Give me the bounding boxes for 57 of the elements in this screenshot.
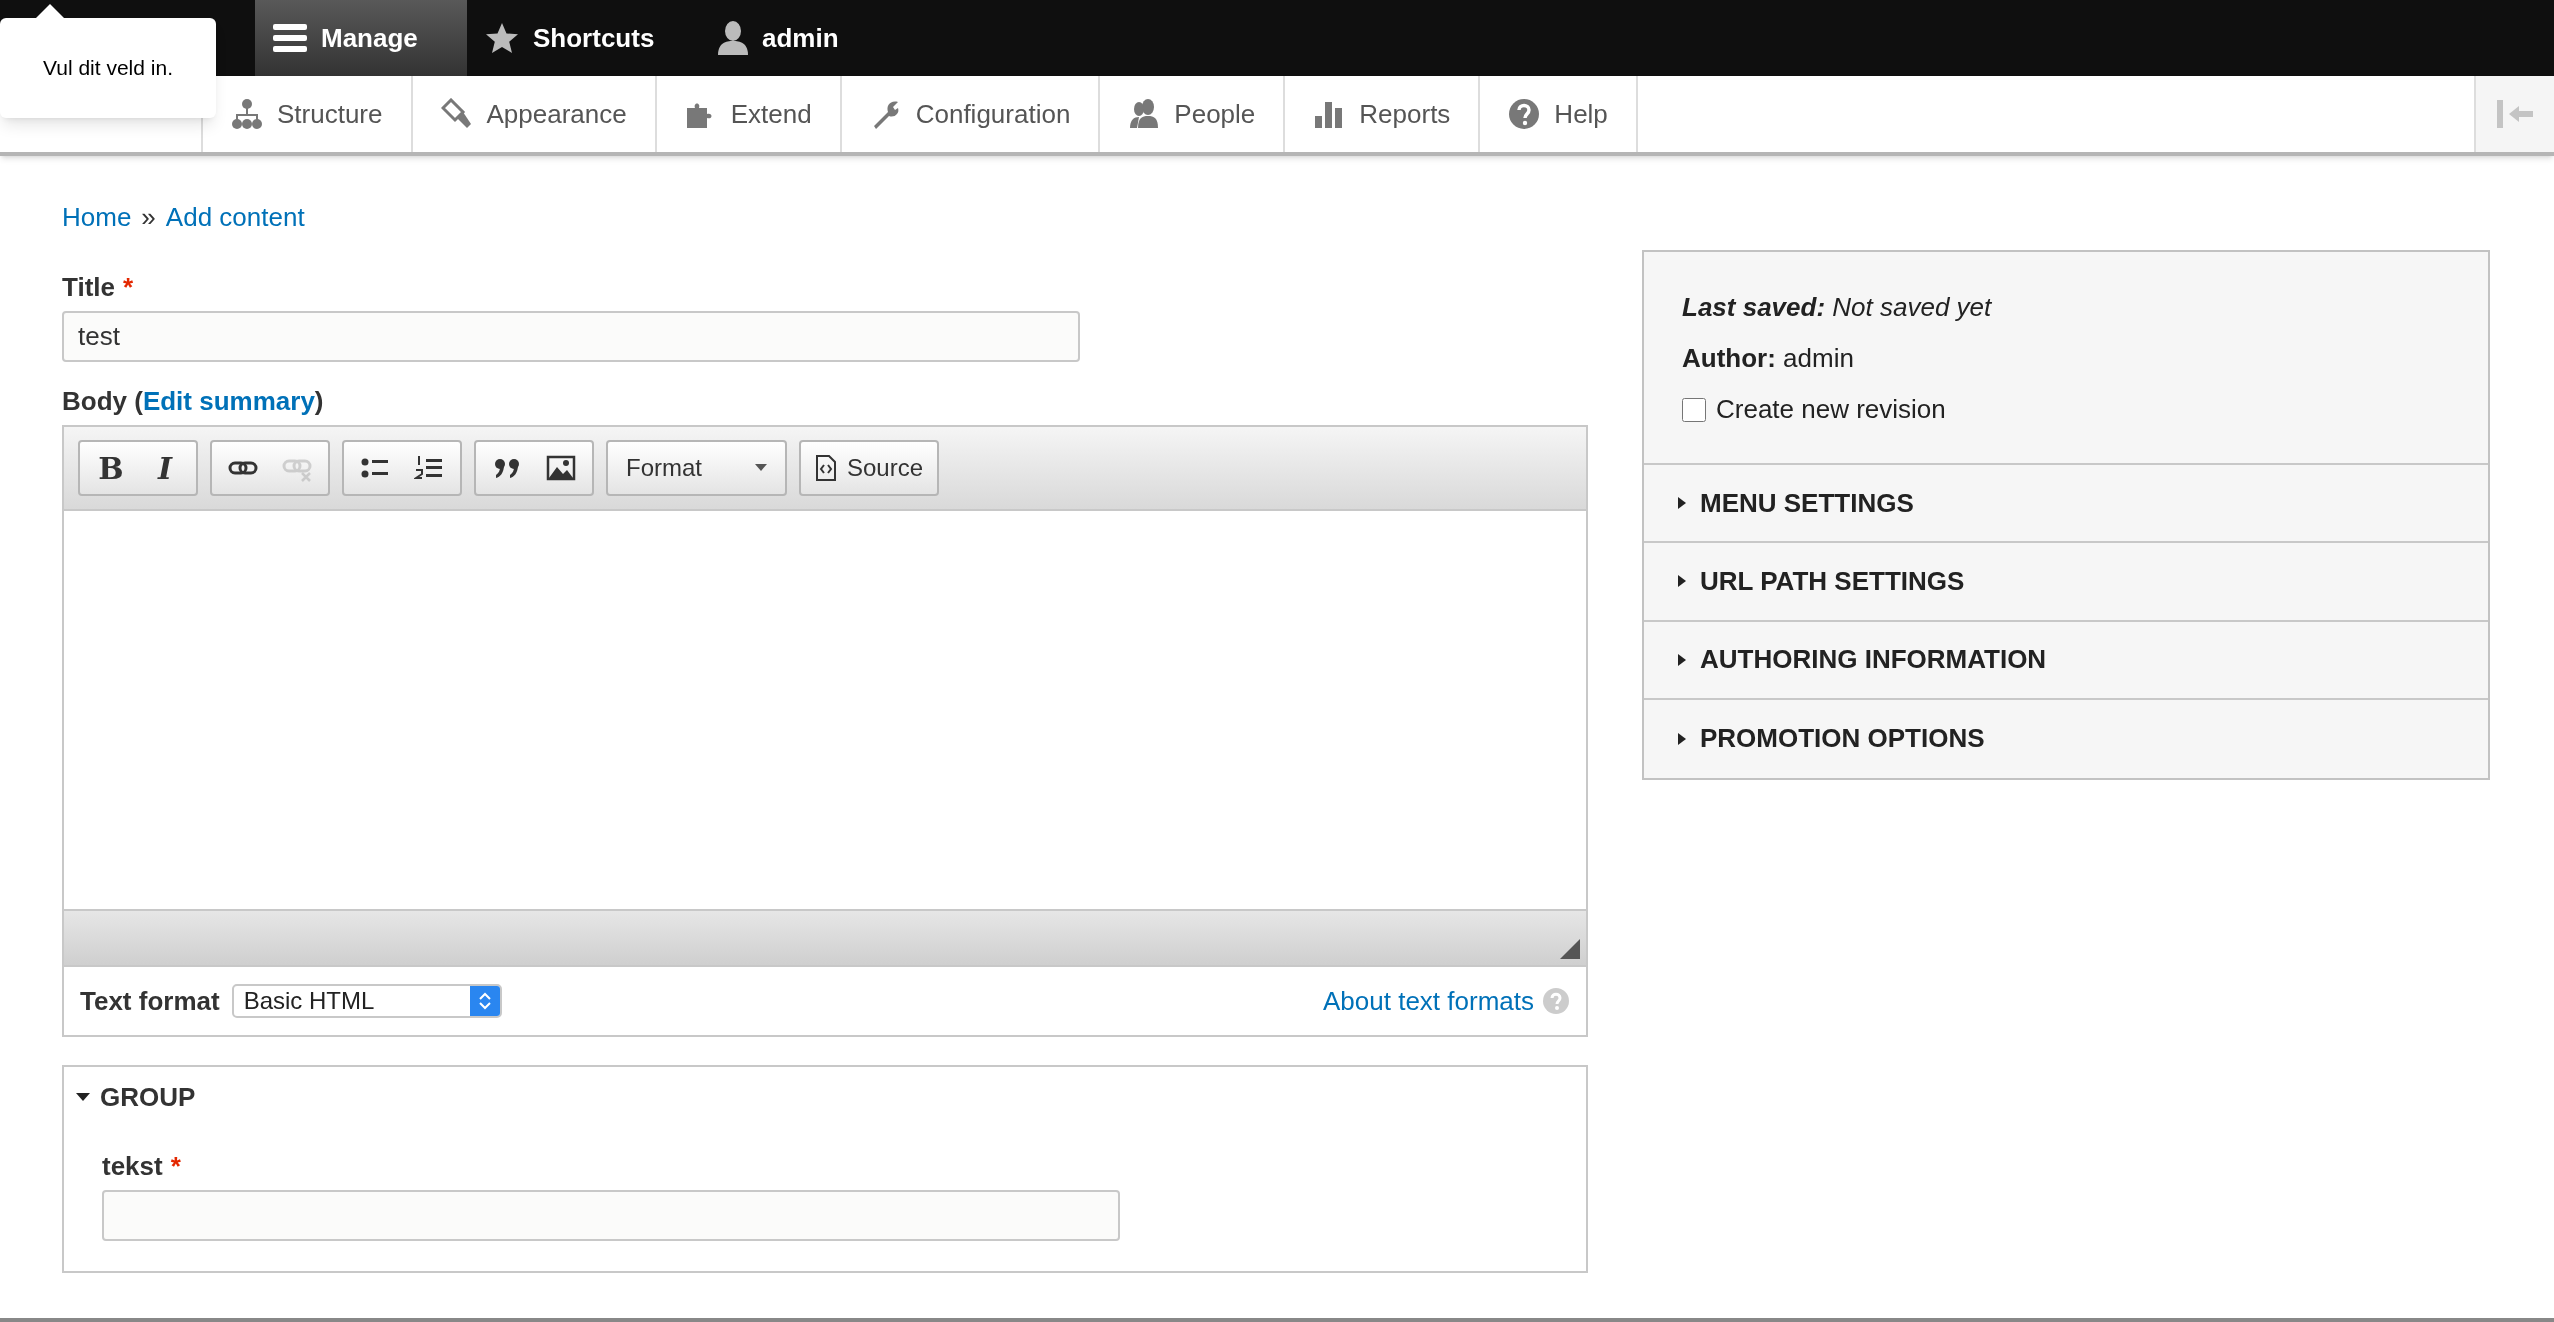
- field-label: tekst: [102, 1150, 163, 1183]
- collapsed-triangle-icon: [1678, 732, 1686, 745]
- caret-icon: [755, 464, 767, 472]
- section-toggle[interactable]: URL PATH SETTINGS: [1644, 543, 2488, 622]
- hierarchy-icon: [231, 98, 263, 130]
- field-label: Text format: [80, 984, 220, 1018]
- collapse-icon: [2495, 98, 2535, 130]
- toolbar-tab[interactable]: admin: [700, 0, 880, 76]
- editor-button[interactable]: I: [140, 446, 190, 490]
- expanded-triangle-icon: [76, 1092, 90, 1102]
- section-toggle[interactable]: AUTHORING INFORMATION: [1644, 621, 2488, 700]
- title-field[interactable]: test: [62, 311, 1080, 362]
- menu-icon: [273, 23, 307, 53]
- help-icon: [1508, 98, 1541, 130]
- toolbar-tab[interactable]: Shortcuts: [467, 0, 700, 76]
- tray-link[interactable]: Configuration: [841, 76, 1101, 152]
- tray-link[interactable]: Appearance: [412, 76, 657, 152]
- field-label: Body (: [62, 385, 143, 418]
- breadcrumb-separator: »: [141, 200, 156, 234]
- tray-link[interactable]: People: [1100, 76, 1286, 152]
- collapsed-triangle-icon: [1678, 653, 1686, 666]
- people-icon: [1128, 98, 1161, 130]
- collapsed-triangle-icon: [1678, 575, 1686, 588]
- collapsed-triangle-icon: [1678, 497, 1686, 510]
- editor-button[interactable]: B: [86, 446, 136, 490]
- updown-arrows-icon: [477, 991, 492, 1011]
- brush-icon: [440, 98, 473, 130]
- source-button[interactable]: Source: [799, 440, 940, 496]
- last-saved-text: Last saved: Not saved yet: [1682, 291, 1993, 324]
- tray-link[interactable]: Help: [1480, 76, 1638, 152]
- author-text: Author: admin: [1682, 342, 1855, 375]
- group-toggle[interactable]: GROUP: [64, 1067, 1586, 1127]
- breadcrumb-link[interactable]: Home: [62, 197, 132, 237]
- tray-link[interactable]: Reports: [1285, 76, 1481, 152]
- user-icon: [718, 21, 748, 55]
- edit-summary-link[interactable]: Edit summary: [142, 382, 315, 421]
- breadcrumb-link[interactable]: Add content: [165, 197, 305, 237]
- label-parenthesis: ): [314, 385, 324, 418]
- text-format-select[interactable]: Basic HTML: [231, 984, 502, 1018]
- checkbox-label: Create new revision: [1716, 393, 1946, 426]
- about-text-formats-link[interactable]: About text formats: [1323, 981, 1534, 1021]
- revision-checkbox[interactable]: [1682, 397, 1706, 422]
- section-toggle[interactable]: PROMOTION OPTIONS: [1644, 699, 2488, 778]
- field-label: Title: [62, 271, 115, 304]
- required-mark: *: [170, 1150, 181, 1183]
- source-code-icon: [815, 454, 837, 482]
- help-icon: [1542, 987, 1570, 1015]
- star-icon: [485, 22, 519, 54]
- section-toggle[interactable]: MENU SETTINGS: [1644, 465, 2488, 544]
- text-input-field[interactable]: [102, 1190, 1120, 1241]
- format-dropdown[interactable]: Format: [606, 440, 787, 496]
- toolbar-tab[interactable]: Manage: [255, 0, 467, 76]
- tooltip-text: Vul dit veld in.: [43, 55, 173, 82]
- resize-handle-icon[interactable]: [1560, 939, 1580, 959]
- required-mark: *: [123, 271, 134, 304]
- tray-link[interactable]: Extend: [656, 76, 842, 152]
- image-icon: [546, 453, 576, 483]
